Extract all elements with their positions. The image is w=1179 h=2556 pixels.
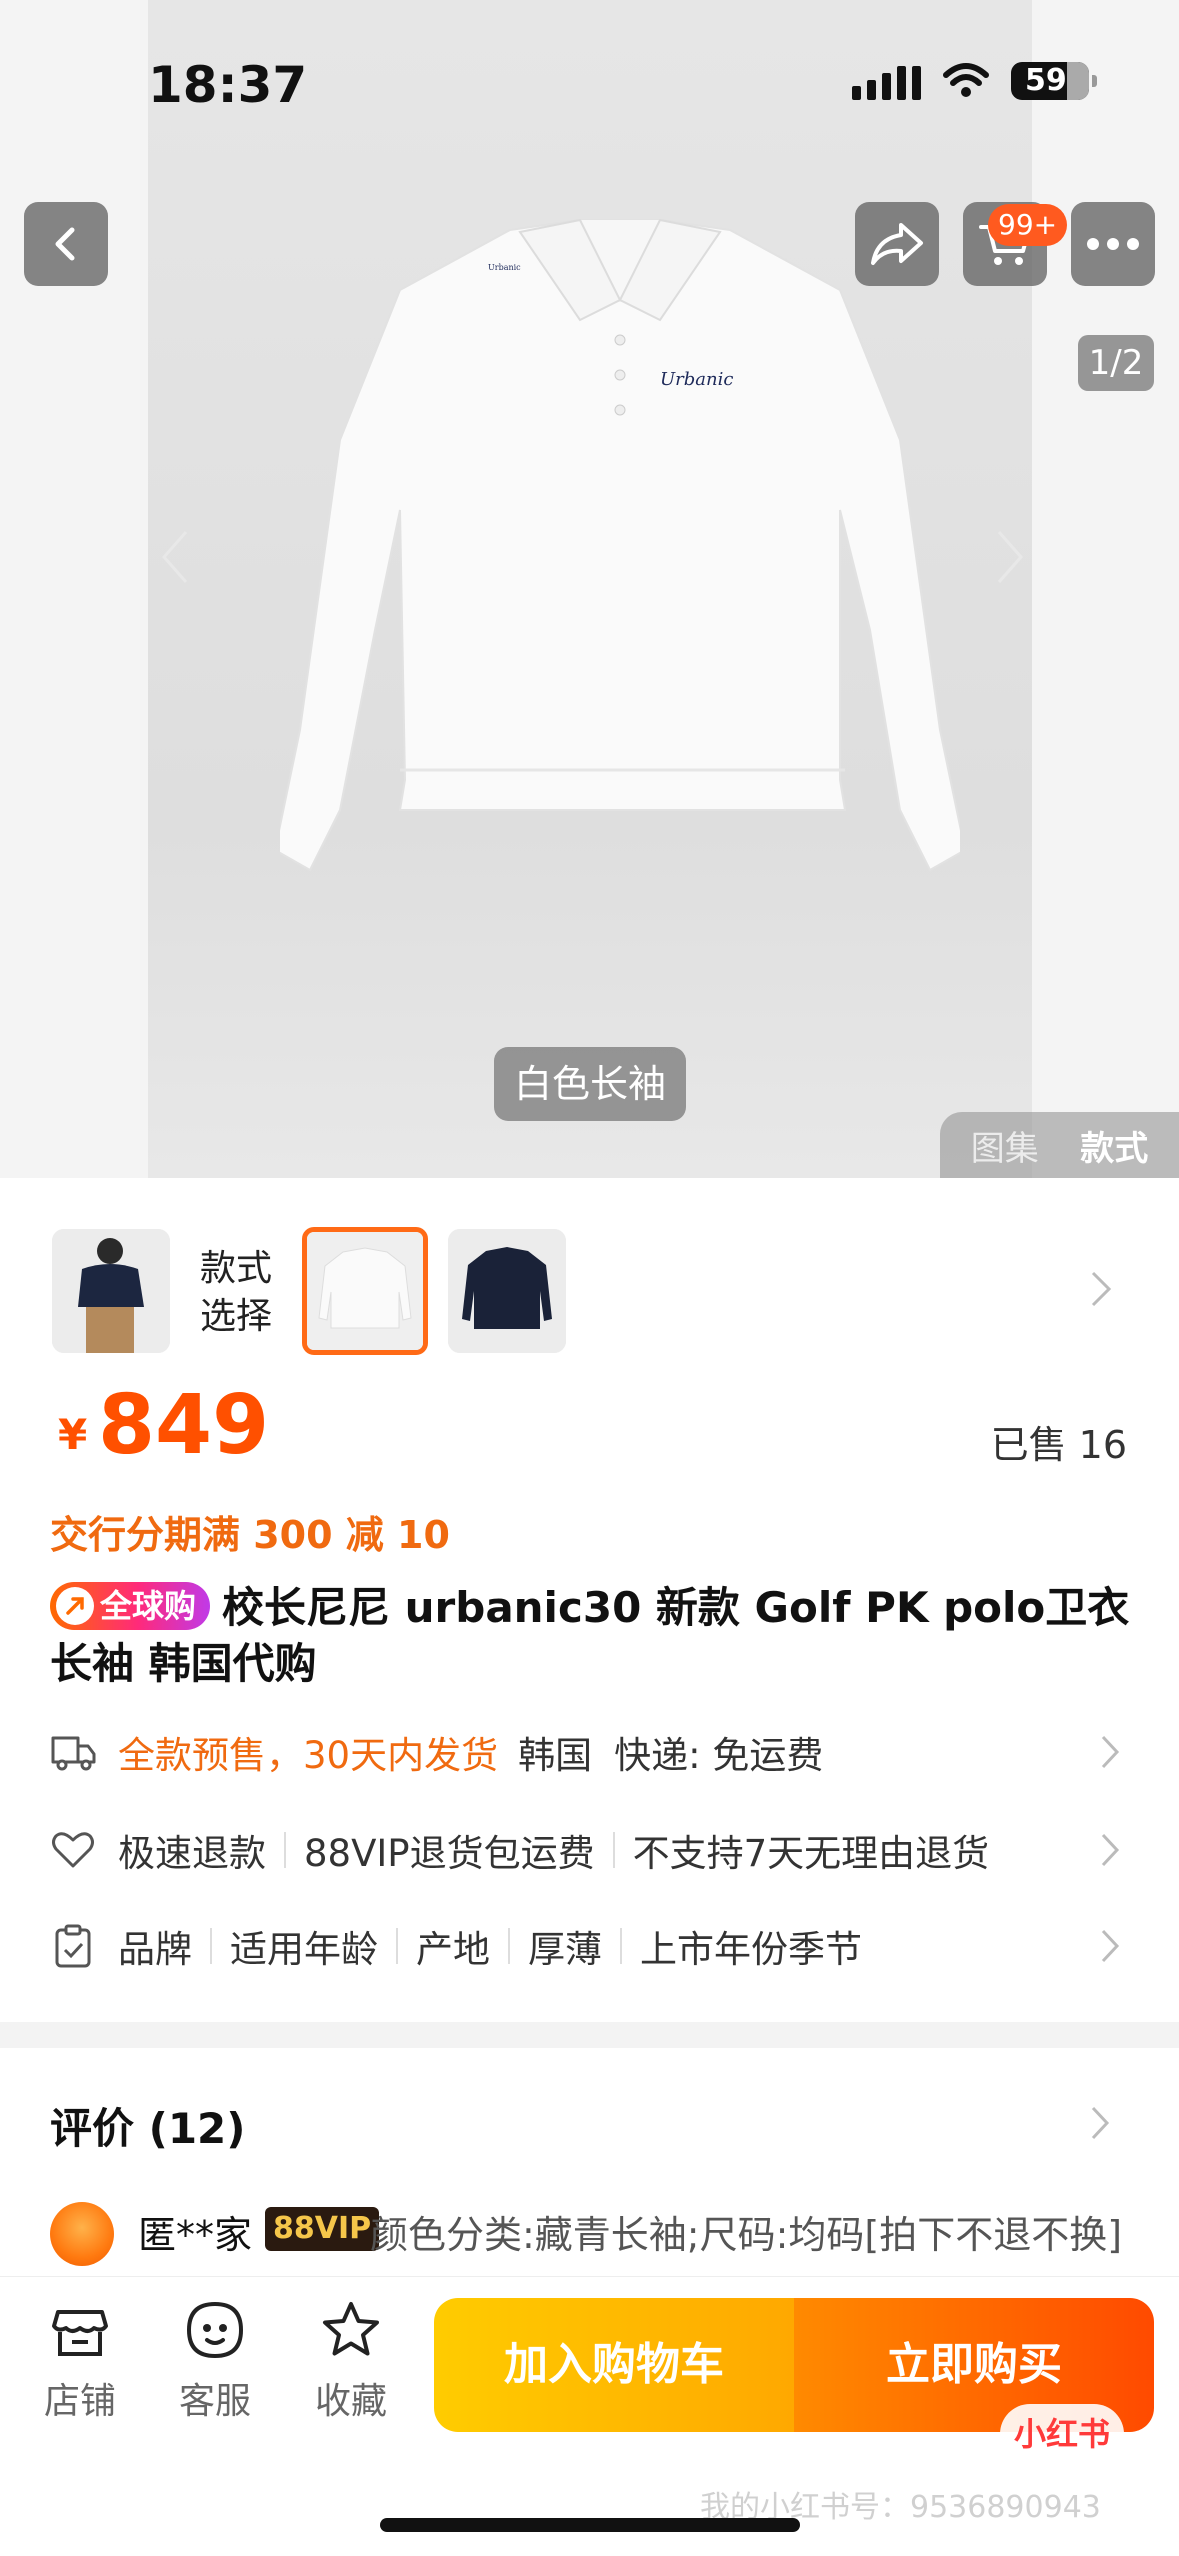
price-value: 849	[98, 1378, 270, 1473]
style-thumbnail-navy[interactable]	[448, 1229, 566, 1353]
sold-count: 已售 16	[990, 1423, 1127, 1467]
favorite-label: 收藏	[314, 2381, 387, 2422]
xiaohongshu-watermark-logo: 小红书	[1000, 2404, 1124, 2464]
more-icon	[1087, 238, 1139, 250]
global-arrow-icon	[56, 1587, 94, 1625]
style-label-line1: 款式	[200, 1248, 273, 1289]
svg-text:Urbanic: Urbanic	[488, 263, 521, 272]
product-title: 全球购 校长尼尼 urbanic30 新款 Golf PK polo卫衣长袖 韩…	[50, 1580, 1140, 1692]
refund-row[interactable]: 极速退款 88VIP退货包运费 不支持7天无理由退货	[50, 1820, 1140, 1880]
back-button[interactable]	[24, 202, 108, 286]
star-icon	[323, 2302, 379, 2356]
chevron-right-icon[interactable]	[1090, 2105, 1110, 2141]
global-purchase-badge: 全球购	[50, 1582, 211, 1630]
product-title-text: 校长尼尼 urbanic30 新款 Golf PK polo卫衣长袖 韩国代购	[50, 1583, 1130, 1688]
battery-icon: 59	[1011, 62, 1097, 100]
store-label: 店铺	[43, 2381, 116, 2422]
vip-badge: 88VIP	[265, 2207, 380, 2251]
chevron-right-icon[interactable]	[1090, 1270, 1112, 1308]
review-text: 颜色分类:藏青长袖;尺码:均码[拍下不退不换]	[370, 2213, 1123, 2257]
attribute-item: 上市年份季节	[640, 1928, 862, 1971]
carousel-edge-right	[1032, 0, 1179, 1178]
delivery-truck-icon	[50, 1729, 96, 1775]
product-image-carousel[interactable]: Urbanic Urbanic	[0, 0, 1179, 1178]
attribute-item: 厚薄	[528, 1928, 602, 1971]
style-label-line2: 选择	[200, 1296, 273, 1337]
reviewer-name: 匿**家	[138, 2213, 253, 2257]
cart-count-badge: 99+	[988, 204, 1068, 246]
service-label: 客服	[178, 2381, 251, 2422]
refund-item: 不支持7天无理由退货	[632, 1832, 990, 1875]
chevron-right-icon[interactable]	[995, 530, 1025, 584]
style-thumbnail-model[interactable]	[52, 1229, 170, 1353]
view-tabs: 图集 款式	[940, 1112, 1179, 1178]
share-icon	[871, 223, 923, 265]
refund-item: 88VIP退货包运费	[304, 1832, 595, 1875]
status-time: 18:37	[148, 56, 308, 114]
chevron-left-icon[interactable]	[160, 530, 190, 584]
store-button[interactable]: 店铺	[25, 2300, 135, 2424]
add-to-cart-button[interactable]: 加入购物车	[434, 2298, 794, 2432]
status-icons: 59	[852, 62, 1097, 100]
model-photo	[52, 1229, 170, 1353]
shipping-row[interactable]: 全款预售，30天内发货 韩国 快递: 免运费	[50, 1722, 1140, 1782]
heart-shield-icon	[50, 1827, 96, 1873]
customer-service-button[interactable]: 客服	[160, 2300, 270, 2424]
svg-text:Urbanic: Urbanic	[660, 369, 733, 390]
presale-text: 全款预售，30天内发货	[118, 1734, 499, 1777]
installment-promo[interactable]: 交行分期满 300 减 10	[50, 1504, 450, 1559]
favorite-button[interactable]: 收藏	[296, 2300, 406, 2424]
service-face-icon	[186, 2301, 244, 2359]
chevron-right-icon	[1101, 1735, 1120, 1769]
avatar	[50, 2202, 114, 2266]
polo-sweater-image: Urbanic Urbanic	[280, 218, 960, 872]
carousel-edge-left	[0, 0, 148, 1178]
cellular-signal-icon	[852, 62, 921, 100]
wifi-icon	[943, 63, 989, 97]
reviews-title[interactable]: 评价 (12)	[50, 2095, 245, 2156]
origin-text: 韩国	[518, 1734, 593, 1777]
tab-gallery[interactable]: 图集	[971, 1121, 1039, 1170]
navy-polo-thumbnail	[448, 1229, 566, 1353]
express-text: 快递: 免运费	[614, 1734, 824, 1777]
refund-item: 极速退款	[118, 1832, 266, 1875]
price-currency: ¥	[58, 1410, 88, 1459]
style-selector[interactable]: 款式 选择	[0, 1225, 1179, 1355]
color-variant-label: 白色长袖	[494, 1047, 686, 1121]
attributes-row[interactable]: 品牌 适用年龄 产地 厚薄 上市年份季节	[50, 1916, 1140, 1976]
attribute-item: 品牌	[118, 1928, 192, 1971]
home-indicator[interactable]	[380, 2518, 800, 2532]
attribute-item: 产地	[416, 1928, 490, 1971]
chevron-left-icon	[55, 227, 75, 261]
section-divider	[0, 2022, 1179, 2048]
store-icon	[52, 2310, 108, 2356]
chevron-right-icon	[1101, 1833, 1120, 1867]
share-button[interactable]	[855, 202, 939, 286]
tab-styles[interactable]: 款式	[1080, 1121, 1148, 1170]
style-thumbnail-white-selected[interactable]	[302, 1227, 428, 1355]
attribute-item: 适用年龄	[230, 1928, 378, 1971]
more-button[interactable]	[1071, 202, 1155, 286]
image-page-indicator: 1/2	[1078, 335, 1154, 391]
clipboard-icon	[50, 1923, 96, 1969]
style-selector-label: 款式 选择	[200, 1245, 290, 1341]
chevron-right-icon	[1101, 1929, 1120, 1963]
white-polo-thumbnail	[307, 1232, 423, 1350]
